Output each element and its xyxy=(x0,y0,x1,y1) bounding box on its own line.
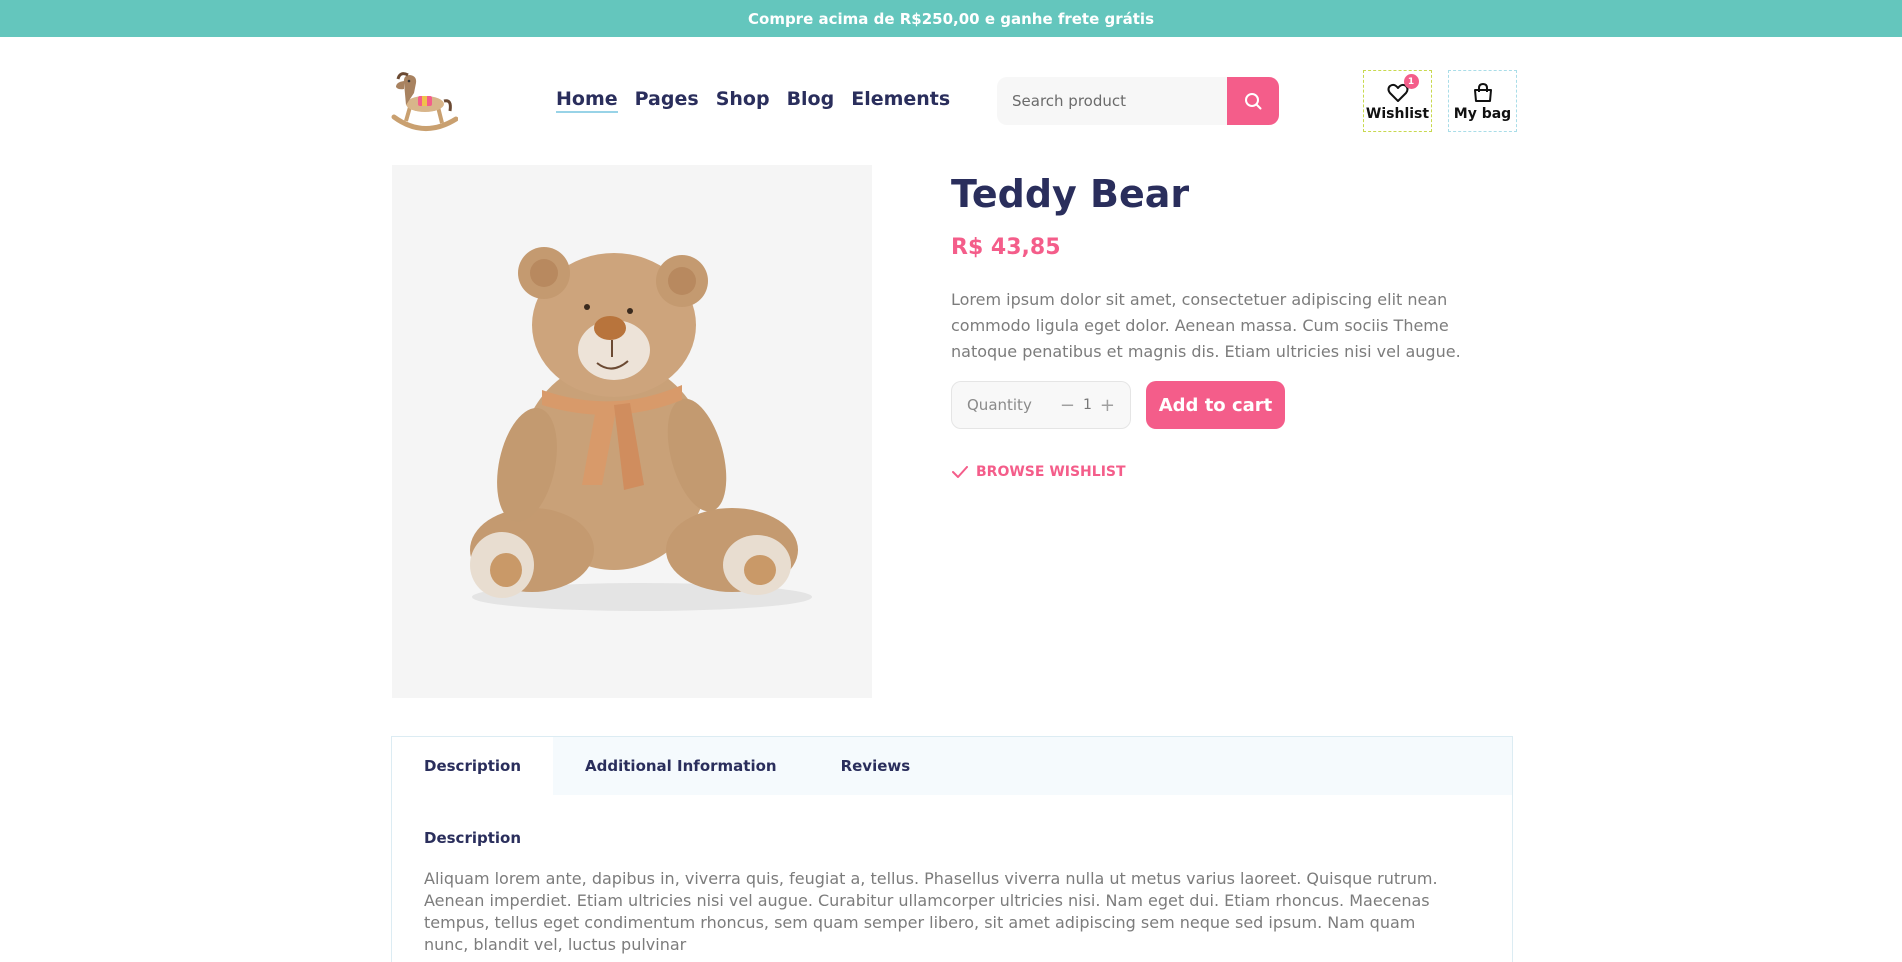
product-image xyxy=(392,165,872,698)
promo-bar: Compre acima de R$250,00 e ganhe frete g… xyxy=(0,0,1902,37)
browse-wishlist-label: BROWSE WISHLIST xyxy=(976,464,1126,480)
minus-icon[interactable]: − xyxy=(1060,395,1075,416)
tab-content-title: Description xyxy=(424,829,522,847)
bag-label: My bag xyxy=(1453,106,1512,122)
nav-item-elements[interactable]: Elements xyxy=(851,88,950,113)
site-header: Home Pages Shop Blog Elements 1 Wishlist xyxy=(0,37,1902,163)
quantity-stepper: Quantity − 1 + xyxy=(951,381,1131,429)
wishlist-button[interactable]: 1 Wishlist xyxy=(1363,70,1432,132)
search-input[interactable] xyxy=(997,77,1227,125)
wishlist-count-badge: 1 xyxy=(1403,74,1419,89)
tab-reviews[interactable]: Reviews xyxy=(809,737,943,795)
rocking-horse-logo[interactable] xyxy=(390,69,459,135)
plus-icon[interactable]: + xyxy=(1100,395,1115,416)
product-price: R$ 43,85 xyxy=(951,235,1061,260)
shopping-bag-icon xyxy=(1473,83,1492,102)
product-tabs: Description Additional Information Revie… xyxy=(391,736,1513,962)
search-icon xyxy=(1245,93,1262,110)
bag-button[interactable]: My bag xyxy=(1448,70,1517,132)
product-description: Lorem ipsum dolor sit amet, consectetuer… xyxy=(951,290,1461,361)
promo-text: Compre acima de R$250,00 e ganhe frete g… xyxy=(748,9,1154,28)
browse-wishlist-link[interactable]: BROWSE WISHLIST xyxy=(952,464,1126,480)
tab-description[interactable]: Description xyxy=(392,737,554,795)
search-button[interactable] xyxy=(1227,77,1279,125)
quantity-value[interactable]: 1 xyxy=(1083,397,1092,413)
check-icon xyxy=(952,466,968,478)
product-title: Teddy Bear xyxy=(951,172,1190,216)
add-to-cart-button[interactable]: Add to cart xyxy=(1146,381,1285,429)
tab-additional-information[interactable]: Additional Information xyxy=(553,737,809,795)
nav-item-home[interactable]: Home xyxy=(556,88,618,113)
nav-item-pages[interactable]: Pages xyxy=(635,88,699,113)
quantity-label: Quantity xyxy=(967,396,1032,414)
nav-item-blog[interactable]: Blog xyxy=(787,88,835,113)
main-nav: Home Pages Shop Blog Elements xyxy=(556,88,950,113)
teddy-bear-image xyxy=(470,247,812,611)
wishlist-label: Wishlist xyxy=(1365,106,1430,122)
tab-content-text: Aliquam lorem ante, dapibus in, viverra … xyxy=(424,869,1438,954)
search-box xyxy=(997,77,1279,125)
tab-bar: Description Additional Information Revie… xyxy=(392,737,1512,795)
nav-item-shop[interactable]: Shop xyxy=(716,88,770,113)
tab-content: Description Aliquam lorem ante, dapibus … xyxy=(392,795,1512,956)
